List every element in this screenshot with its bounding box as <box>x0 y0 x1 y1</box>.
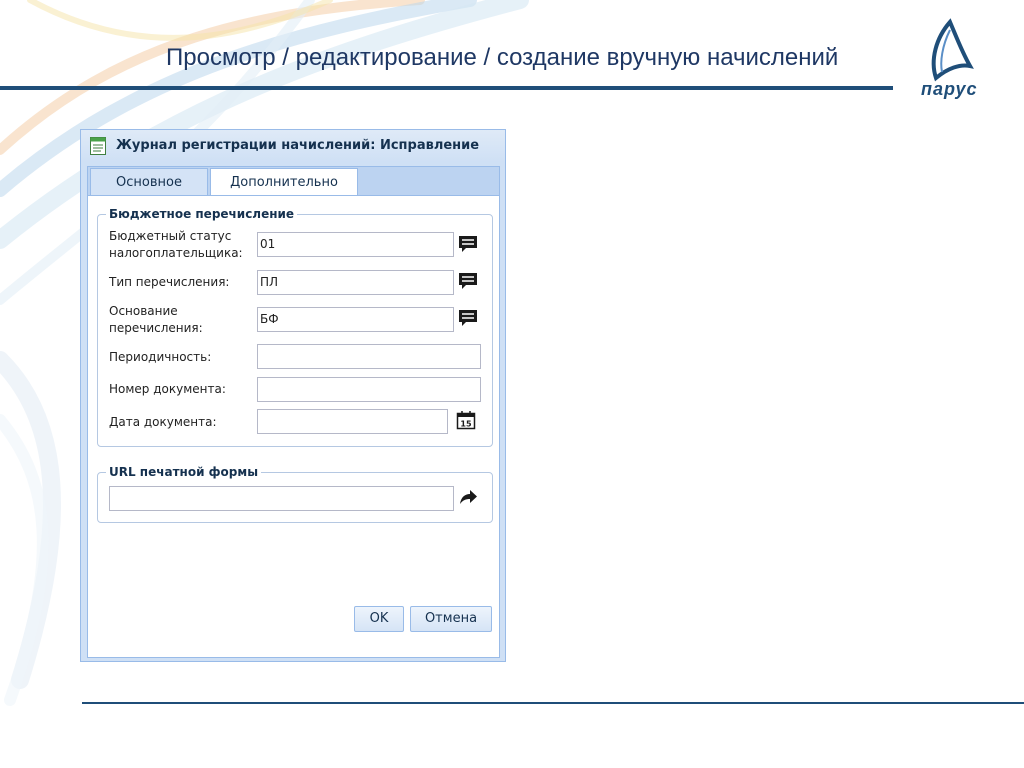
dialog-titlebar[interactable]: Журнал регистрации начислений: Исправлен… <box>81 130 505 162</box>
periodicity-field[interactable] <box>257 344 481 369</box>
transfer-basis-label-line2: перечисления: <box>109 321 203 335</box>
calendar-day: 15 <box>460 420 472 429</box>
transfer-basis-field[interactable]: БФ <box>257 307 454 332</box>
navigate-arrow-icon[interactable] <box>458 487 478 507</box>
dialog-title: Журнал регистрации начислений: Исправлен… <box>116 138 480 153</box>
logo-text: парус <box>921 79 978 99</box>
slide-title: Просмотр / редактирование / создание вру… <box>166 44 839 71</box>
header-rule <box>0 86 893 90</box>
journal-dialog: Журнал регистрации начислений: Исправлен… <box>80 129 506 662</box>
ok-button[interactable]: OK <box>354 606 404 632</box>
tab-basic[interactable]: Основное <box>90 168 208 196</box>
doc-number-label: Номер документа: <box>109 382 226 396</box>
doc-date-label: Дата документа: <box>109 415 217 429</box>
doc-date-field[interactable] <box>257 409 448 434</box>
footer-rule <box>82 702 1024 704</box>
dictionary-icon[interactable] <box>458 271 478 291</box>
tab-panel-additional: Бюджетное перечисление Бюджетный статус … <box>87 195 500 658</box>
dictionary-icon[interactable] <box>458 234 478 254</box>
tab-additional[interactable]: Дополнительно <box>210 168 358 197</box>
transfer-basis-label-line1: Основание <box>109 304 178 318</box>
taxpayer-status-label-line2: налогоплательщика: <box>109 246 243 260</box>
print-form-url-legend: URL печатной формы <box>109 465 259 479</box>
cancel-button[interactable]: Отмена <box>410 606 492 632</box>
transfer-type-label: Тип перечисления: <box>109 275 230 289</box>
doc-number-field[interactable] <box>257 377 481 402</box>
taxpayer-status-label-line1: Бюджетный статус <box>109 229 232 243</box>
print-form-url-field[interactable] <box>109 486 454 511</box>
dictionary-icon[interactable] <box>458 308 478 328</box>
transfer-type-field[interactable]: ПЛ <box>257 270 454 295</box>
taxpayer-status-field[interactable]: 01 <box>257 232 454 257</box>
calendar-icon[interactable]: 15 <box>456 410 476 430</box>
periodicity-label: Периодичность: <box>109 350 212 364</box>
tabstrip: Основное Дополнительно <box>87 166 500 197</box>
budget-transfer-legend: Бюджетное перечисление <box>109 207 295 221</box>
dialog-journal-icon <box>90 137 106 155</box>
